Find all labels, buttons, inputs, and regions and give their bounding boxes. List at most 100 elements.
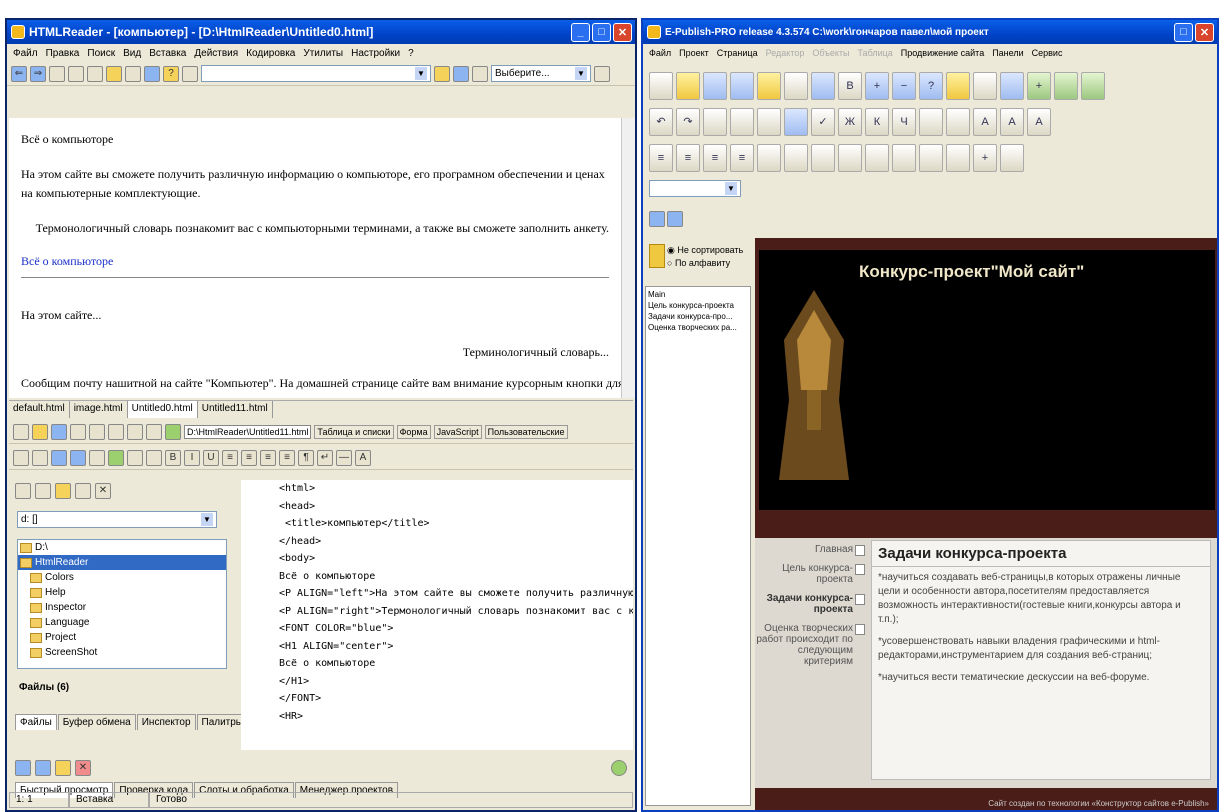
check-icon[interactable]: ✓: [811, 108, 835, 136]
upload-icon[interactable]: [144, 65, 160, 82]
tab-image[interactable]: image.html: [70, 401, 128, 418]
bullet-list-icon[interactable]: [784, 144, 808, 172]
menu-insert[interactable]: Вставка: [149, 48, 186, 59]
add-icon[interactable]: +: [865, 72, 889, 100]
check-icon[interactable]: [165, 423, 181, 440]
wizard-icon[interactable]: [757, 72, 781, 100]
image-icon[interactable]: [146, 449, 162, 466]
tab-javascript[interactable]: JavaScript: [433, 424, 482, 439]
copy-icon[interactable]: [89, 423, 105, 440]
layout-icon[interactable]: [51, 449, 67, 466]
project-icon[interactable]: [15, 760, 31, 776]
tab-custom[interactable]: Пользовательские: [484, 424, 568, 439]
open-icon[interactable]: [434, 65, 450, 82]
paste-icon[interactable]: [108, 423, 124, 440]
save-icon[interactable]: [51, 423, 67, 440]
paste-icon[interactable]: [757, 108, 781, 136]
menu-objects[interactable]: Объекты: [812, 48, 849, 58]
underline-icon[interactable]: Ч: [892, 108, 916, 136]
sort-none-radio[interactable]: ◉ Не сортировать: [667, 244, 743, 257]
nav-goal[interactable]: Цель конкурса-проекта: [755, 563, 867, 585]
font-color-icon[interactable]: A: [1000, 108, 1024, 136]
split-icon[interactable]: [70, 449, 86, 466]
link-icon[interactable]: [919, 144, 943, 172]
run-icon[interactable]: [611, 760, 627, 776]
split-icon[interactable]: [1054, 72, 1078, 100]
close-button[interactable]: ✕: [1195, 22, 1214, 42]
font-icon[interactable]: A: [973, 108, 997, 136]
find-icon[interactable]: [13, 449, 29, 466]
tree-item[interactable]: Project: [18, 630, 226, 645]
keyword-icon[interactable]: B: [838, 72, 862, 100]
delete-icon[interactable]: ✕: [95, 483, 111, 499]
zoom-icon[interactable]: [472, 65, 488, 82]
tree-icon[interactable]: [35, 483, 51, 499]
justify-icon[interactable]: ≡: [279, 449, 295, 466]
template-select[interactable]: Выберите... ▼: [491, 65, 591, 82]
back-icon[interactable]: ⇐: [11, 65, 27, 82]
menu-search[interactable]: Поиск: [87, 48, 115, 59]
minimize-button[interactable]: _: [571, 22, 590, 42]
properties-icon[interactable]: [35, 760, 51, 776]
italic-icon[interactable]: К: [865, 108, 889, 136]
undo-icon[interactable]: [127, 423, 143, 440]
rss-icon[interactable]: [1000, 72, 1024, 100]
wizard-icon[interactable]: [89, 449, 105, 466]
tab-tables[interactable]: Таблица и списки: [314, 424, 394, 439]
help-icon[interactable]: ?: [163, 65, 179, 82]
open-icon[interactable]: [32, 423, 48, 440]
subscript-icon[interactable]: [919, 108, 943, 136]
preview-scrollbar[interactable]: [621, 118, 635, 398]
tree-item[interactable]: Colors: [18, 570, 226, 585]
align-center-icon[interactable]: ≡: [241, 449, 257, 466]
menu-utilities[interactable]: Утилиты: [303, 48, 343, 59]
disk-icon[interactable]: [453, 65, 469, 82]
open-icon[interactable]: [55, 760, 71, 776]
hr-icon[interactable]: —: [336, 449, 352, 466]
help-icon[interactable]: ?: [919, 72, 943, 100]
page-item-tasks[interactable]: Задачи конкурса-про...: [648, 311, 748, 322]
menu-table[interactable]: Таблица: [857, 48, 892, 58]
numbered-list-icon[interactable]: [811, 144, 835, 172]
save-icon[interactable]: [49, 65, 65, 82]
tab-files[interactable]: Файлы: [15, 714, 57, 730]
drive-select[interactable]: d: [] ▼: [17, 511, 217, 528]
paragraph-icon[interactable]: ¶: [298, 449, 314, 466]
page-item-goal[interactable]: Цель конкурса-проекта: [648, 300, 748, 311]
tree-item[interactable]: Language: [18, 615, 226, 630]
chart-icon[interactable]: [784, 72, 808, 100]
text-icon[interactable]: [973, 72, 997, 100]
maximize-button[interactable]: □: [1174, 22, 1193, 42]
warning-icon[interactable]: [55, 483, 71, 499]
tree-item[interactable]: Inspector: [18, 600, 226, 615]
tag-icon[interactable]: [75, 483, 91, 499]
copy-icon[interactable]: [68, 65, 84, 82]
align-right-icon[interactable]: ≡: [260, 449, 276, 466]
delete-icon[interactable]: ✕: [75, 760, 91, 776]
sort-alpha-radio[interactable]: ○ По алфавиту: [667, 257, 743, 270]
italic-icon[interactable]: I: [184, 449, 200, 466]
maximize-button[interactable]: □: [592, 22, 611, 42]
nav-evaluation[interactable]: Оценка творческих работ происходит по сл…: [755, 623, 867, 667]
indent-more-icon[interactable]: [865, 144, 889, 172]
url-combo[interactable]: ▼: [201, 65, 431, 82]
tree-item[interactable]: ScreenShot: [18, 645, 226, 660]
menu-settings[interactable]: Настройки: [351, 48, 400, 59]
insert-icon[interactable]: +: [973, 144, 997, 172]
indent-icon[interactable]: [757, 144, 781, 172]
tree-item[interactable]: Help: [18, 585, 226, 600]
browser-icon[interactable]: [108, 449, 124, 466]
spell-icon[interactable]: [125, 65, 141, 82]
tree-item[interactable]: D:\: [18, 540, 226, 555]
tab-default[interactable]: default.html: [9, 401, 70, 418]
tab-form[interactable]: Форма: [396, 424, 431, 439]
font-size-icon[interactable]: A: [355, 449, 371, 466]
code-editor[interactable]: <html> <head> <title>компьютер</title> </h…: [241, 480, 633, 750]
menu-panels[interactable]: Панели: [992, 48, 1023, 58]
refresh-icon[interactable]: [87, 65, 103, 82]
page-item-main[interactable]: Main: [648, 289, 748, 300]
go-icon[interactable]: [594, 65, 610, 82]
nav-home[interactable]: Главная: [755, 544, 867, 556]
menu-edit[interactable]: Правка: [46, 48, 80, 59]
highlight-icon[interactable]: A: [1027, 108, 1051, 136]
